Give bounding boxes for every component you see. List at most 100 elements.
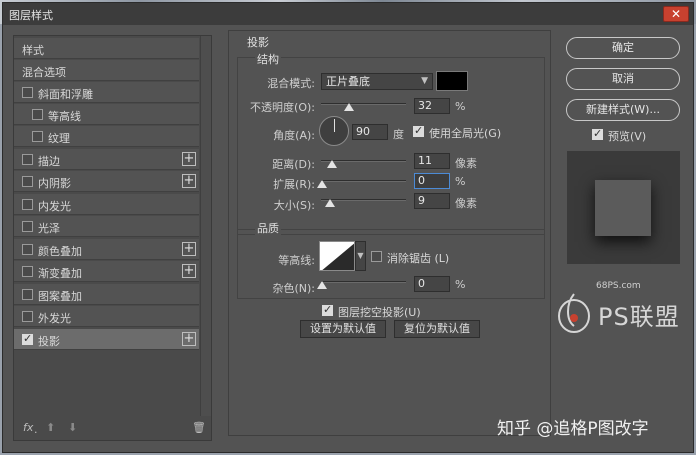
style-list-item-drop-shadow[interactable]: 投影 +	[14, 329, 199, 350]
noise-input[interactable]: 0	[414, 276, 450, 292]
contour-chevron-icon[interactable]: ▼	[355, 241, 366, 271]
fx-icon[interactable]: fx	[23, 421, 33, 434]
style-list-item-inner-shadow[interactable]: 内阴影 +	[14, 171, 199, 192]
style-list-item-color-overlay[interactable]: 颜色叠加 +	[14, 239, 199, 260]
bevel-emboss-checkbox[interactable]	[22, 87, 33, 98]
knockout-label: 图层挖空投影(U)	[338, 306, 421, 319]
style-list-item-inner-glow[interactable]: 内发光	[14, 194, 199, 215]
angle-input[interactable]: 90	[352, 124, 388, 140]
distance-slider-thumb[interactable]	[327, 160, 337, 168]
style-list-item-gradient-overlay[interactable]: 渐变叠加 +	[14, 261, 199, 282]
knockout-checkbox[interactable]	[322, 303, 333, 316]
style-preview-thumbnail	[567, 151, 680, 264]
style-list-item-blending-options[interactable]: 混合选项	[14, 60, 199, 81]
opacity-slider-thumb[interactable]	[344, 103, 354, 111]
distance-input[interactable]: 11	[414, 153, 450, 169]
add-stroke-button[interactable]: +	[182, 152, 196, 166]
style-list-label: 样式	[22, 44, 44, 57]
spread-label: 扩展(R):	[273, 178, 315, 191]
preview-label: 预览(V)	[608, 130, 647, 143]
trash-icon[interactable]: 🗑	[192, 421, 206, 434]
style-list-label: 斜面和浮雕	[38, 88, 93, 101]
antialias-checkbox[interactable]	[371, 251, 382, 262]
contour-checkbox[interactable]	[32, 109, 43, 120]
contour-preview[interactable]	[319, 241, 355, 271]
quality-title: 品质	[255, 220, 281, 236]
spread-input[interactable]: 0	[414, 173, 450, 189]
style-list-item-bevel-emboss[interactable]: 斜面和浮雕	[14, 82, 199, 103]
style-list-item-styles[interactable]: 样式	[14, 38, 199, 59]
cancel-button[interactable]: 取消	[566, 68, 680, 90]
move-down-icon[interactable]: ⬇	[68, 421, 77, 434]
global-light-label: 使用全局光(G)	[429, 127, 502, 140]
spread-unit: %	[455, 175, 466, 188]
watermark-logo-text: PS联盟	[598, 303, 680, 331]
fx-menu-indicator: .	[34, 423, 38, 436]
dialog-title: 图层样式	[9, 9, 53, 22]
new-style-button[interactable]: 新建样式(W)...	[566, 99, 680, 121]
shadow-color-swatch[interactable]	[436, 71, 468, 91]
size-unit: 像素	[455, 197, 477, 210]
add-inner-shadow-button[interactable]: +	[182, 174, 196, 188]
preview-checkbox[interactable]	[592, 127, 603, 140]
contour-label: 等高线:	[278, 254, 315, 267]
size-input[interactable]: 9	[414, 193, 450, 209]
style-list-label: 等高线	[48, 110, 81, 123]
angle-label: 角度(A):	[273, 129, 315, 142]
title-bar: 图层样式 ✕	[3, 3, 693, 25]
make-default-button[interactable]: 设置为默认值	[300, 320, 386, 338]
texture-checkbox[interactable]	[32, 131, 43, 142]
add-drop-shadow-button[interactable]: +	[182, 332, 196, 346]
style-list-item-contour[interactable]: 等高线	[14, 104, 199, 125]
inner-glow-checkbox[interactable]	[22, 199, 33, 210]
add-gradient-overlay-button[interactable]: +	[182, 264, 196, 278]
distance-unit: 像素	[455, 157, 477, 170]
pattern-overlay-checkbox[interactable]	[22, 289, 33, 300]
chevron-down-icon: ▼	[421, 76, 428, 86]
style-list-label: 光泽	[38, 222, 60, 235]
opacity-input[interactable]: 32	[414, 98, 450, 114]
style-list-label: 内阴影	[38, 177, 71, 190]
opacity-slider[interactable]	[321, 103, 406, 105]
satin-checkbox[interactable]	[22, 221, 33, 232]
style-list-label: 外发光	[38, 312, 71, 325]
style-list-panel: 样式 混合选项 斜面和浮雕 等高线 纹理 描边 + 内阴影 + 内发光 光泽 颜…	[13, 35, 212, 441]
gradient-overlay-checkbox[interactable]	[22, 266, 33, 277]
add-color-overlay-button[interactable]: +	[182, 242, 196, 256]
style-list-item-pattern-overlay[interactable]: 图案叠加	[14, 284, 199, 305]
style-list-item-outer-glow[interactable]: 外发光	[14, 306, 199, 327]
angle-dial[interactable]	[319, 116, 349, 146]
structure-title: 结构	[255, 51, 281, 67]
style-list-footer: fx . ⬆ ⬇ 🗑	[14, 418, 211, 440]
color-overlay-checkbox[interactable]	[22, 244, 33, 255]
ok-button[interactable]: 确定	[566, 37, 680, 59]
style-list-label: 内发光	[38, 200, 71, 213]
blend-mode-value: 正片叠底	[326, 75, 370, 88]
style-list-label: 混合选项	[22, 66, 66, 79]
style-list-item-texture[interactable]: 纹理	[14, 126, 199, 147]
inner-shadow-checkbox[interactable]	[22, 176, 33, 187]
spread-slider-thumb[interactable]	[317, 180, 327, 188]
style-list-label: 纹理	[48, 132, 70, 145]
noise-slider[interactable]	[321, 281, 406, 283]
noise-slider-thumb[interactable]	[317, 281, 327, 289]
style-list-scrollbar[interactable]	[200, 36, 211, 416]
reset-default-button[interactable]: 复位为默认值	[394, 320, 480, 338]
blend-mode-select[interactable]: 正片叠底 ▼	[321, 73, 433, 90]
style-list-label: 颜色叠加	[38, 245, 82, 258]
move-up-icon[interactable]: ⬆	[46, 421, 55, 434]
spread-slider[interactable]	[321, 180, 406, 182]
outer-glow-checkbox[interactable]	[22, 311, 33, 322]
size-slider-thumb[interactable]	[325, 199, 335, 207]
blend-mode-label: 混合模式:	[267, 77, 315, 90]
global-light-checkbox[interactable]	[413, 124, 424, 137]
style-list-item-stroke[interactable]: 描边 +	[14, 149, 199, 170]
stroke-checkbox[interactable]	[22, 154, 33, 165]
style-list-item-satin[interactable]: 光泽	[14, 216, 199, 237]
close-button[interactable]: ✕	[663, 6, 689, 22]
noise-label: 杂色(N):	[272, 282, 315, 295]
drop-shadow-checkbox[interactable]	[22, 332, 33, 345]
opacity-unit: %	[455, 100, 466, 113]
style-list-label: 描边	[38, 155, 60, 168]
watermark-bottom: 知乎 @追格P图改字	[497, 419, 649, 439]
